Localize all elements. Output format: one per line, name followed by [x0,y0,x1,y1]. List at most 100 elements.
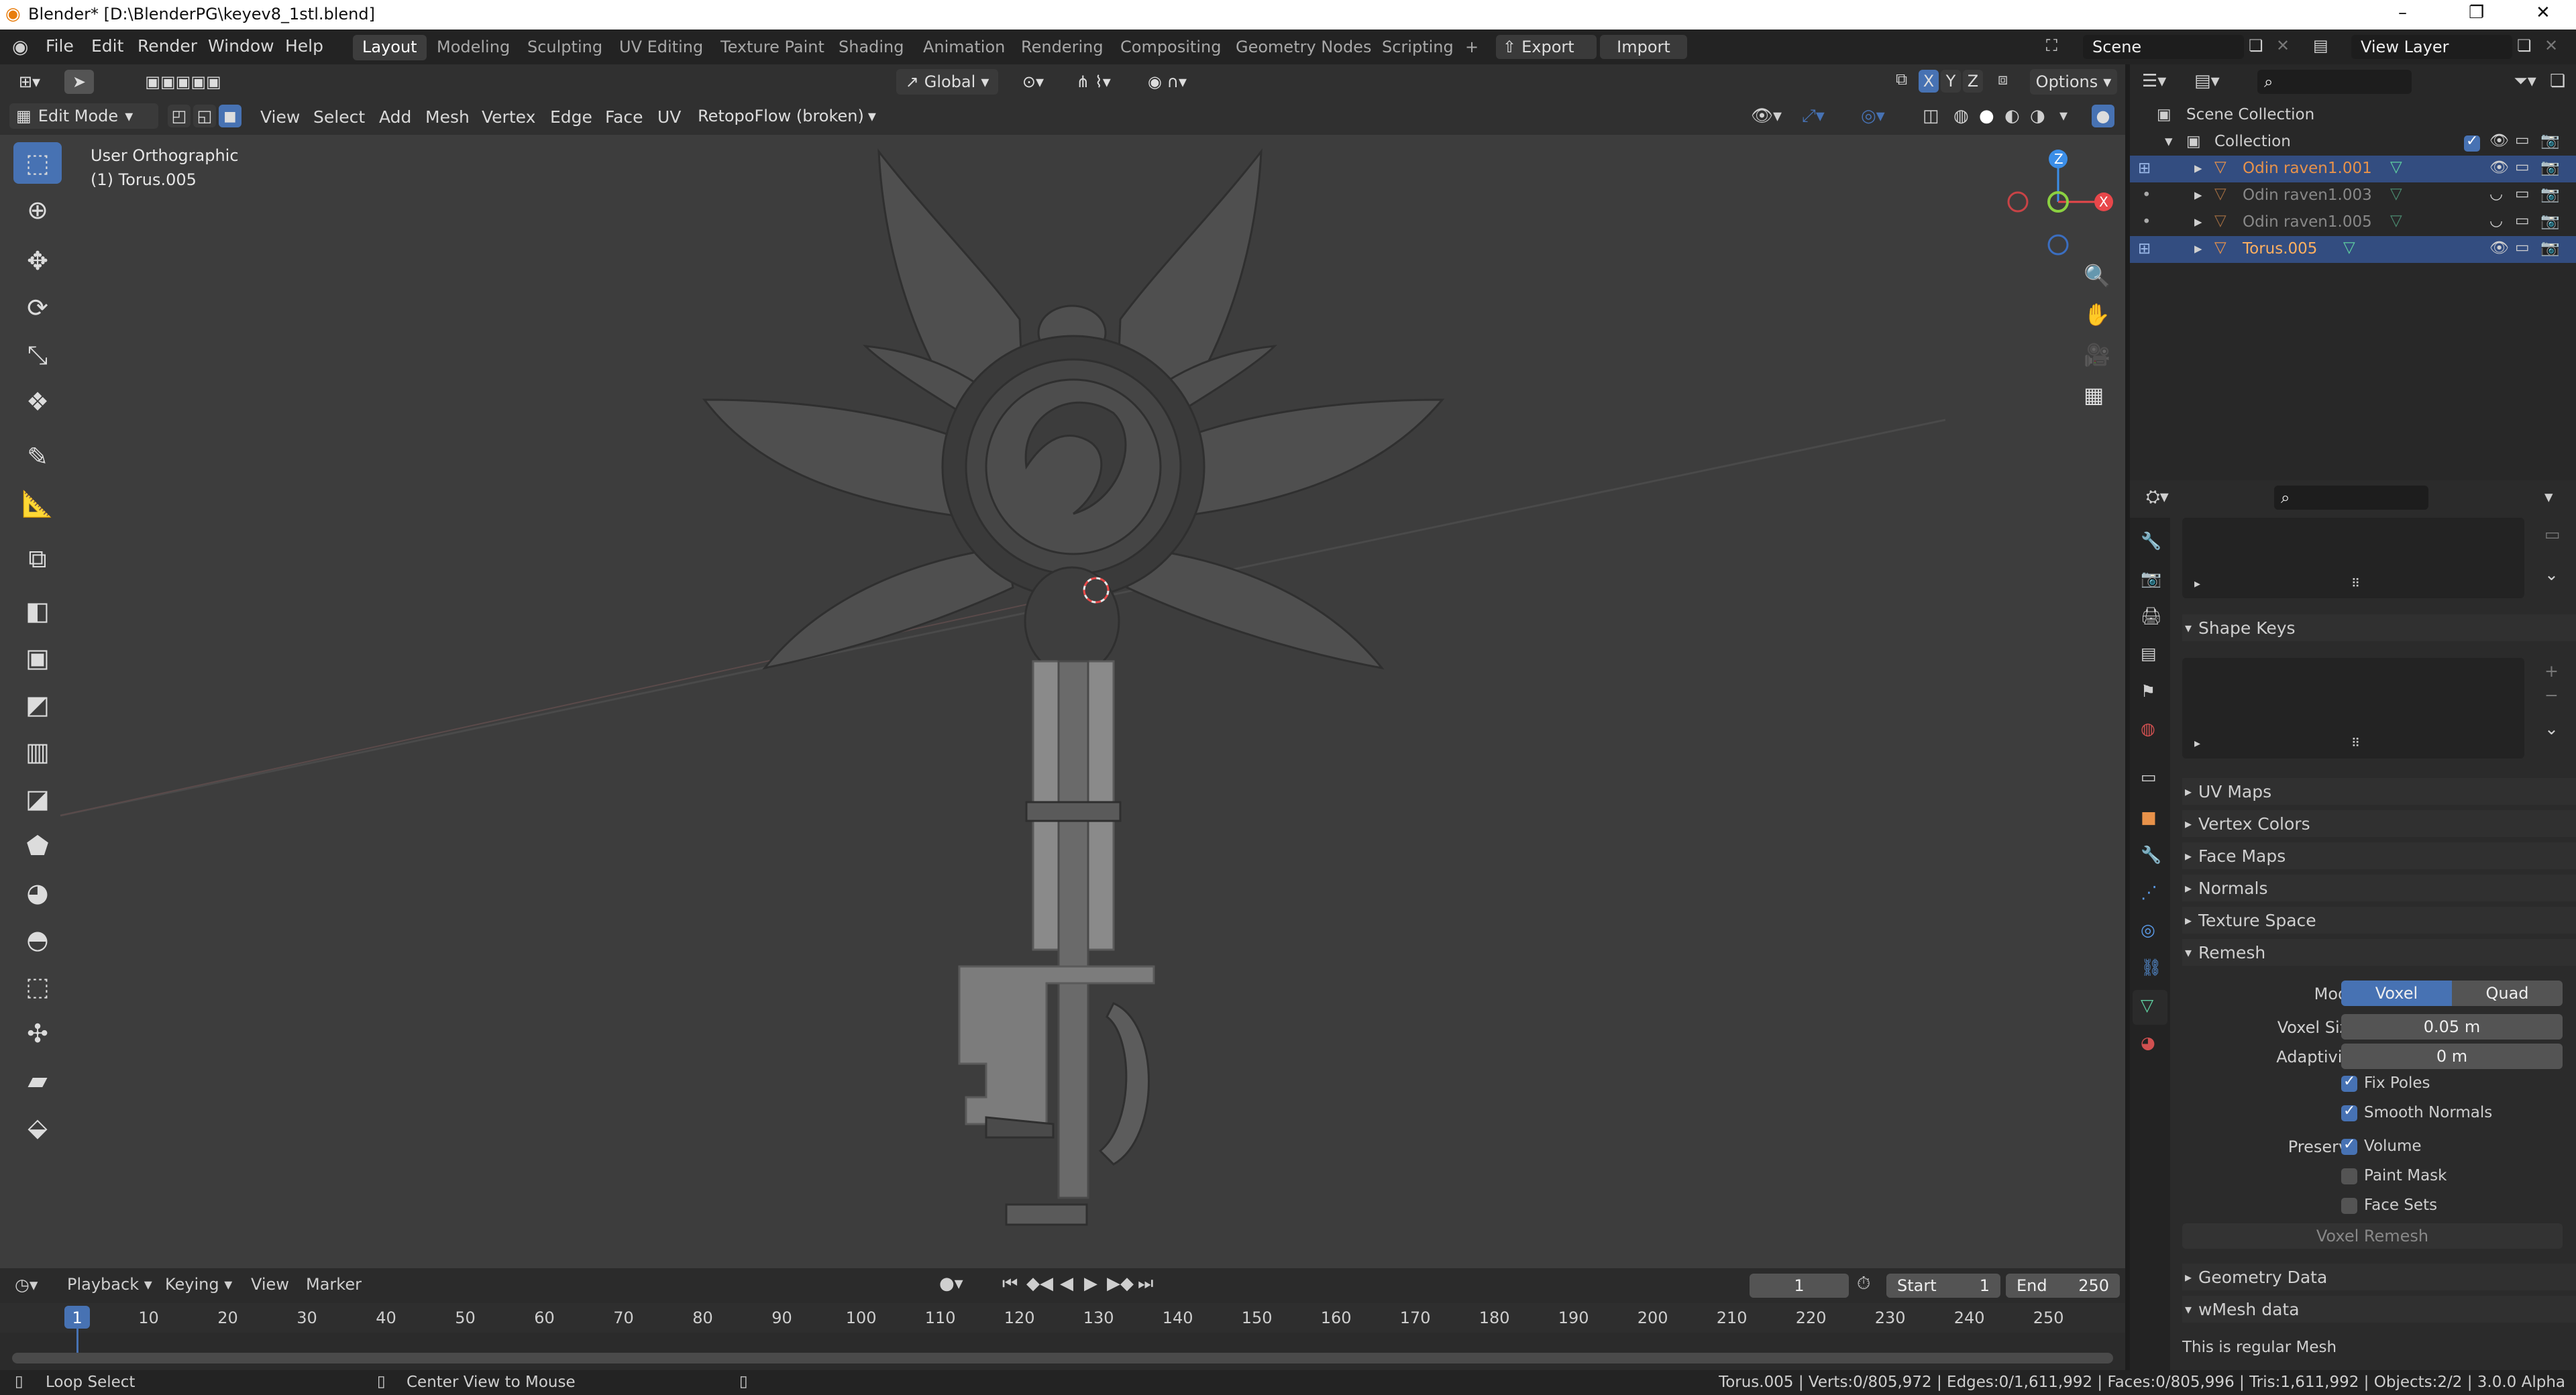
view-layer-selector[interactable]: View Layer [2351,35,2512,59]
display-mode-icon[interactable]: ▤▾ [2194,71,2220,91]
outliner-scene-collection[interactable]: ▣ Scene Collection [2130,102,2576,129]
expand-arrow-icon[interactable]: ▾ [2185,620,2192,636]
solid-shading-icon[interactable]: ● [1979,106,1994,126]
shading-options-icon[interactable]: ▾ [2059,106,2068,125]
shear-tool[interactable]: ▰ [13,1060,62,1101]
cursor-tool[interactable]: ⊕ [13,189,62,231]
minimize-button[interactable]: – [2398,3,2407,23]
list-expand-icon[interactable]: ▸ [2194,577,2200,591]
tab-texture-paint[interactable]: Texture Paint [711,35,834,60]
menu-file[interactable]: File [46,36,74,56]
outliner-item-odin-raven-005[interactable]: • ▸ ▽ Odin raven1.005 ▽ ◡ ▭ 📷 [2130,209,2576,236]
menu-help[interactable]: Help [285,36,323,56]
pivot-point-dropdown[interactable]: ⊙▾ [1013,69,1053,95]
camera-icon[interactable]: 📷 [2540,158,2560,176]
vp-menu-vertex[interactable]: Vertex [482,107,535,127]
retopo-toggle[interactable]: ● [2092,105,2114,127]
particles-tab-icon[interactable]: ⋰ [2141,883,2157,902]
rotate-tool[interactable]: ⟳ [13,287,62,329]
camera-icon[interactable]: 📷 [2540,131,2560,150]
menu-window[interactable]: Window [208,36,274,56]
add-shape-key-icon[interactable]: + [2544,661,2559,681]
list-side-icon[interactable]: ▭ [2544,524,2561,544]
annotate-tool[interactable]: ✎ [13,436,62,478]
outliner-collection[interactable]: ▾ ▣ Collection 👁 ▭ 📷 [2130,129,2576,156]
modifier-tab-icon[interactable]: 🔧 [2141,845,2161,865]
play-reverse-icon[interactable]: ◀ [1060,1274,1073,1294]
texture-space-header[interactable]: ▸ Texture Space [2182,907,2576,934]
filter-icon[interactable]: ⏷▾ [2514,71,2536,92]
outliner-search[interactable]: ⌕ [2257,70,2412,94]
loop-cut-tool[interactable]: ▥ [13,731,62,773]
camera-icon[interactable]: 📷 [2540,185,2560,203]
vp-menu-uv[interactable]: UV [657,107,681,127]
edit-mode-toggle-icon[interactable]: ⊞ [2138,240,2151,258]
mode-dropdown[interactable]: ▦ Edit Mode ▾ [9,103,158,129]
tab-animation[interactable]: Animation [914,35,1014,60]
playback-menu[interactable]: Playback ▾ [67,1275,152,1294]
vertex-colors-header[interactable]: ▸ Vertex Colors [2182,810,2576,837]
vp-menu-select[interactable]: Select [313,107,365,127]
remove-shape-key-icon[interactable]: − [2544,685,2559,705]
shrink-fatten-tool[interactable]: ✣ [13,1013,62,1054]
add-workspace-button[interactable]: + [1456,35,1488,60]
close-button[interactable]: ✕ [2536,3,2551,23]
mirror-x-toggle[interactable]: X [1919,70,1939,93]
timeline-editor-icon[interactable]: ◷▾ [15,1275,38,1294]
3d-viewport[interactable] [0,64,2125,1268]
list-expand-icon[interactable]: ▸ [2194,736,2200,750]
rip-tool[interactable]: ⬙ [13,1107,62,1148]
outliner-item-odin-raven-001[interactable]: ⊞ ▸ ▽ Odin raven1.001 ▽ 👁 ▭ 📷 [2130,156,2576,182]
edit-mode-toggle-icon[interactable]: ⊞ [2138,160,2151,177]
monitor-icon[interactable]: ▭ [2515,212,2530,229]
mirror-z-toggle[interactable]: Z [1963,70,1983,93]
viewport-scene[interactable] [0,64,2125,1268]
eye-icon[interactable]: 👁 [2489,158,2509,176]
jump-end-icon[interactable]: ⏭ [1138,1274,1153,1294]
camera-icon[interactable]: 📷 [2540,212,2560,230]
select-tool-button[interactable]: ➤ [64,70,94,94]
transform-tool[interactable]: ❖ [13,381,62,423]
end-frame-field[interactable]: End 250 [2006,1274,2120,1298]
vertex-select-mode[interactable]: ◰ [168,105,191,127]
transform-orientation-dropdown[interactable]: ↗ Global ▾ [896,69,998,95]
remesh-header[interactable]: ▾ Remesh [2182,939,2576,966]
world-tab-icon[interactable]: ◍ [2141,719,2155,738]
list-resize-handle-icon[interactable]: ⠿ [2351,736,2360,750]
scene-selector[interactable]: Scene [2083,35,2244,59]
menu-render[interactable]: Render [138,36,197,56]
mirror-icon[interactable]: ⧉ [1896,70,1907,89]
tool-tab-icon[interactable]: 🔧 [2141,531,2161,551]
autokey-record-icon[interactable]: ●▾ [939,1274,963,1294]
knife-tool[interactable]: ◪ [13,778,62,820]
measure-tool[interactable]: 📐 [13,483,62,524]
mesh-data-tab-icon[interactable]: ▽ [2141,995,2153,1015]
select-box-tool[interactable]: ⬚ [13,142,62,184]
uv-maps-header[interactable]: ▸ UV Maps [2182,778,2576,805]
list-resize-handle-icon[interactable]: ⠿ [2351,577,2360,591]
view-layer-icon[interactable]: ▤ [2313,36,2328,55]
proportional-edit-toggle[interactable]: ◉ ∩▾ [1134,69,1201,95]
constraints-tab-icon[interactable]: ⛓ [2141,958,2162,978]
tab-uv-editing[interactable]: UV Editing [610,35,712,60]
start-frame-field[interactable]: Start 1 [1886,1274,2000,1298]
properties-search[interactable]: ⌕ [2274,486,2428,510]
bevel-tool[interactable]: ◩ [13,684,62,726]
mode-voxel-button[interactable]: Voxel [2341,981,2452,1006]
delete-scene-icon[interactable]: ✕ [2276,36,2290,55]
vp-menu-edge[interactable]: Edge [550,107,592,127]
extrude-tool[interactable]: ◧ [13,590,62,632]
gizmo-toggle-icon[interactable]: ⤢▾ [1802,106,1825,127]
voxel-remesh-button[interactable]: Voxel Remesh [2182,1223,2563,1249]
monitor-icon[interactable]: ▭ [2515,158,2530,176]
tab-compositing[interactable]: Compositing [1111,35,1230,60]
fix-poles-checkbox[interactable]: Fix Poles [2341,1073,2430,1092]
view-layer-tab-icon[interactable]: ▤ [2141,644,2157,663]
collection-tab-icon[interactable]: ▭ [2141,767,2157,787]
voxel-size-field[interactable]: 0.05 m [2341,1014,2563,1040]
selection-mode-group[interactable]: ▣▣▣▣▣ [119,70,247,94]
eye-icon[interactable]: 👁 [2489,239,2509,257]
expand-arrow-icon[interactable]: ▸ [2194,160,2202,177]
zoom-icon[interactable]: 🔍 [2084,263,2110,288]
material-tab-icon[interactable]: ◕ [2141,1033,2155,1052]
